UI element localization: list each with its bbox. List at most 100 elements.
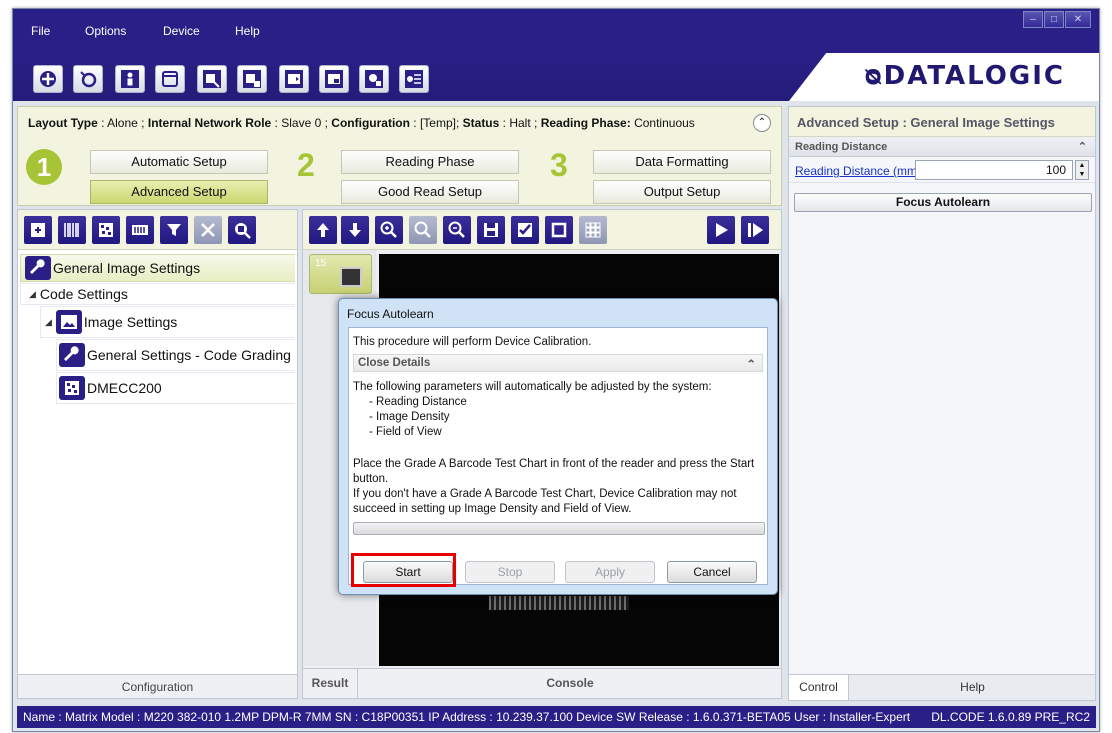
tree-item-dmecc200[interactable]: DMECC200 bbox=[56, 372, 295, 404]
open-config-icon[interactable] bbox=[197, 65, 227, 93]
focus-autolearn-dialog: Focus Autolearn This procedure will perf… bbox=[338, 298, 778, 595]
param-field-of-view: - Field of View bbox=[369, 426, 442, 438]
play-icon[interactable] bbox=[707, 216, 735, 244]
configuration-toolbar bbox=[18, 210, 297, 250]
expand-arrow-icon[interactable]: ◢ bbox=[45, 317, 52, 328]
tab-console[interactable]: Console bbox=[359, 669, 781, 698]
close-details-header[interactable]: Close Details ⌃ bbox=[353, 354, 763, 372]
checkbox-icon[interactable] bbox=[511, 216, 539, 244]
reading-phase-label: Reading Phase: bbox=[540, 116, 631, 130]
tree-label: General Settings - Code Grading bbox=[87, 347, 291, 363]
reading-distance-input[interactable]: 100 bbox=[915, 160, 1073, 180]
right-panel-tabs: Control Help bbox=[789, 674, 1095, 700]
getting-started-icon[interactable] bbox=[33, 65, 63, 93]
expand-arrow-icon[interactable]: ◢ bbox=[29, 289, 36, 300]
image-icon bbox=[55, 310, 82, 334]
window-controls: – □ ✕ bbox=[1022, 11, 1091, 28]
arrow-up-icon[interactable] bbox=[309, 216, 337, 244]
chevron-up-icon[interactable]: ⌃ bbox=[1078, 140, 1087, 153]
spinner-icon[interactable]: ▲ ▼ bbox=[1075, 160, 1089, 180]
image-footer-tabs: Result Console bbox=[303, 668, 781, 698]
output-setup-button[interactable]: Output Setup bbox=[593, 180, 771, 204]
configuration-footer[interactable]: Configuration bbox=[18, 674, 297, 698]
menu-file[interactable]: File bbox=[31, 24, 50, 38]
automatic-setup-button[interactable]: Automatic Setup bbox=[90, 150, 268, 174]
device-discovery-icon[interactable] bbox=[73, 65, 103, 93]
layout-type-value: Alone bbox=[107, 116, 138, 130]
network-role-label: Internal Network Role bbox=[147, 116, 272, 130]
image-thumbnail[interactable]: 15 bbox=[309, 254, 372, 294]
calibration-progress-bar bbox=[353, 522, 765, 535]
tab-control[interactable]: Control bbox=[789, 675, 849, 700]
code-autolearn-icon[interactable] bbox=[228, 216, 256, 244]
device-info: Name : Matrix Model : M220 382-010 1.2MP… bbox=[23, 710, 911, 724]
arrow-down-icon[interactable] bbox=[341, 216, 369, 244]
collapse-chevron-icon[interactable]: ⌃ bbox=[753, 114, 771, 132]
save-config-icon[interactable] bbox=[237, 65, 267, 93]
step-3-badge: 3 bbox=[550, 147, 568, 183]
configuration-panel: General Image Settings ◢ Code Settings ◢… bbox=[17, 209, 298, 699]
cancel-button[interactable]: Cancel bbox=[667, 561, 757, 583]
apply-button[interactable]: Apply bbox=[565, 561, 655, 583]
menu-help[interactable]: Help bbox=[235, 24, 260, 38]
dialog-description: This procedure will perform Device Calib… bbox=[353, 336, 592, 348]
tree-item-code-settings[interactable]: ◢ Code Settings bbox=[20, 283, 295, 305]
import-icon[interactable] bbox=[319, 65, 349, 93]
tree-item-general-settings-code-grading[interactable]: General Settings - Code Grading bbox=[56, 339, 295, 371]
layout-type-label: Layout Type bbox=[28, 116, 98, 130]
zoom-in-icon[interactable] bbox=[375, 216, 403, 244]
configuration-label: Configuration bbox=[331, 116, 410, 130]
postal-code-icon[interactable] bbox=[126, 216, 154, 244]
tree-item-image-settings[interactable]: ◢ Image Settings bbox=[40, 306, 295, 338]
param-reading-distance: - Reading Distance bbox=[369, 396, 467, 408]
thumbnail-image bbox=[340, 267, 362, 287]
user-icon[interactable] bbox=[115, 65, 145, 93]
layout-info-line: Layout Type : Alone ; Internal Network R… bbox=[28, 116, 695, 130]
instruction-line: Place the Grade A Barcode Test Chart in … bbox=[353, 458, 755, 470]
delete-icon[interactable] bbox=[194, 216, 222, 244]
tree-label: DMECC200 bbox=[87, 380, 162, 396]
reading-phase-button[interactable]: Reading Phase bbox=[341, 150, 519, 174]
transfer-icon[interactable] bbox=[399, 65, 429, 93]
details-label: Close Details bbox=[358, 357, 431, 369]
step-2-badge: 2 bbox=[297, 147, 315, 183]
reading-distance-section[interactable]: Reading Distance ⌃ bbox=[789, 137, 1095, 157]
window-icon[interactable] bbox=[155, 65, 185, 93]
step-forward-icon[interactable] bbox=[741, 216, 769, 244]
add-code-icon[interactable] bbox=[24, 216, 52, 244]
data-formatting-button[interactable]: Data Formatting bbox=[593, 150, 771, 174]
dialog-body: This procedure will perform Device Calib… bbox=[348, 327, 768, 585]
start-button[interactable]: Start bbox=[363, 561, 453, 583]
tab-result[interactable]: Result bbox=[303, 669, 358, 698]
zoom-out-icon[interactable] bbox=[443, 216, 471, 244]
zoom-100-icon[interactable] bbox=[409, 216, 437, 244]
status-bar: Name : Matrix Model : M220 382-010 1.2MP… bbox=[17, 706, 1096, 728]
menu-device[interactable]: Device bbox=[163, 24, 200, 38]
maximize-icon[interactable]: □ bbox=[1044, 11, 1064, 28]
focus-autolearn-button[interactable]: Focus Autolearn bbox=[794, 193, 1092, 212]
stop-button[interactable]: Stop bbox=[465, 561, 555, 583]
chevron-up-icon[interactable]: ⌃ bbox=[746, 357, 756, 371]
menu-options[interactable]: Options bbox=[85, 24, 126, 38]
tree-item-general-image-settings[interactable]: General Image Settings bbox=[20, 254, 295, 282]
rectangle-icon[interactable] bbox=[545, 216, 573, 244]
save-image-icon[interactable] bbox=[477, 216, 505, 244]
parameters-title: Advanced Setup : General Image Settings bbox=[789, 107, 1095, 137]
advanced-setup-button[interactable]: Advanced Setup bbox=[90, 180, 268, 204]
tab-help[interactable]: Help bbox=[850, 675, 1095, 700]
export-icon[interactable] bbox=[279, 65, 309, 93]
reading-distance-link[interactable]: Reading Distance (mm) bbox=[795, 164, 921, 178]
param-image-density: - Image Density bbox=[369, 411, 450, 423]
dialog-title: Focus Autolearn bbox=[347, 307, 434, 321]
status-label: Status bbox=[462, 116, 500, 130]
close-icon[interactable]: ✕ bbox=[1065, 11, 1091, 28]
settings-icon[interactable] bbox=[359, 65, 389, 93]
main-toolbar: ᴓDATALOGIC bbox=[13, 53, 1099, 101]
status-value: Halt bbox=[509, 116, 531, 130]
grid-icon[interactable] bbox=[579, 216, 607, 244]
good-read-setup-button[interactable]: Good Read Setup bbox=[341, 180, 519, 204]
minimize-icon[interactable]: – bbox=[1023, 11, 1043, 28]
datamatrix-icon[interactable] bbox=[92, 216, 120, 244]
barcode-1d-icon[interactable] bbox=[58, 216, 86, 244]
filter-icon[interactable] bbox=[160, 216, 188, 244]
